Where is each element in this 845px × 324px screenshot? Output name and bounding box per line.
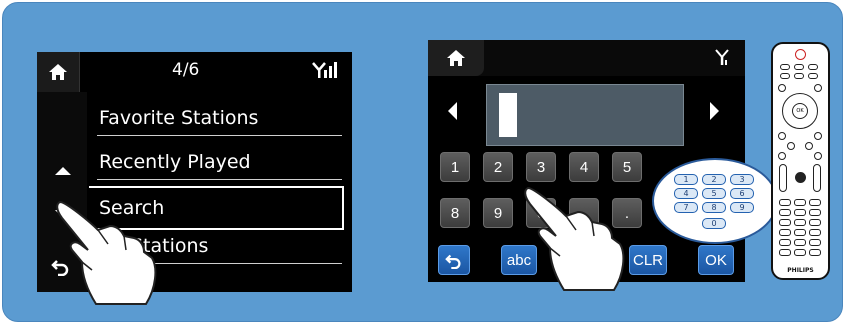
back-button[interactable]: [438, 245, 470, 275]
volume-rocker: [779, 164, 787, 192]
remote-button: [814, 84, 822, 92]
zoom-key-2: 2: [702, 174, 726, 185]
keypad-header: [428, 40, 745, 76]
remote-button: [809, 209, 821, 216]
remote-button: [809, 229, 821, 236]
remote-button: [794, 209, 806, 216]
mute-button: [795, 172, 806, 183]
menu-item-favorite-stations[interactable]: Favorite Stations: [97, 100, 342, 136]
remote-button: [809, 239, 821, 246]
signal-icon: [312, 61, 338, 83]
menu-header: 4/6: [37, 52, 352, 92]
remote-button: [794, 229, 806, 236]
arrow-right-icon[interactable]: [710, 102, 719, 120]
power-button: [795, 49, 806, 60]
remote-button: [779, 229, 791, 236]
remote-button: [779, 199, 791, 206]
remote-button: [778, 132, 786, 140]
remote-button: [787, 142, 795, 150]
zoom-key-1: 1: [674, 174, 698, 185]
remote-button: [778, 84, 786, 92]
keypad-zoom: 1 2 3 4 5 6 7 8 9 0: [652, 158, 778, 244]
key-4[interactable]: 4: [569, 152, 599, 182]
remote-button: [794, 73, 804, 79]
remote-button: [809, 219, 821, 226]
remote-brand-logo: PHILIPS: [787, 267, 814, 274]
remote-button: [780, 73, 790, 79]
ok-button[interactable]: OK: [698, 245, 734, 275]
channel-rocker: [813, 164, 821, 192]
arrow-left-icon[interactable]: [448, 102, 457, 120]
home-icon: [49, 64, 67, 80]
home-button[interactable]: [428, 40, 484, 76]
home-icon: [447, 50, 465, 66]
menu-item-recently-played[interactable]: Recently Played: [97, 144, 342, 180]
remote-button: [779, 239, 791, 246]
zoom-key-7: 7: [674, 202, 698, 213]
remote-button: [805, 142, 813, 150]
pointing-hand: [524, 186, 625, 291]
search-text-field[interactable]: [486, 84, 684, 146]
remote-button: [779, 219, 791, 226]
remote-button: [808, 73, 818, 79]
zoom-key-0: 0: [702, 218, 726, 229]
zoom-key-4: 4: [674, 188, 698, 199]
remote-button: [794, 64, 804, 70]
remote-button: [779, 209, 791, 216]
pointing-hand: [56, 200, 157, 305]
key-8[interactable]: 8: [440, 198, 470, 228]
remote-button: [809, 249, 821, 256]
page-indicator: 4/6: [172, 60, 200, 80]
key-2[interactable]: 2: [483, 152, 513, 182]
text-cursor: [499, 93, 517, 137]
zoom-key-5: 5: [702, 188, 726, 199]
key-5[interactable]: 5: [612, 152, 642, 182]
signal-icon: [715, 48, 729, 70]
home-button[interactable]: [37, 52, 80, 92]
zoom-key-6: 6: [730, 188, 754, 199]
zoom-key-9: 9: [730, 202, 754, 213]
remote-button: [809, 199, 821, 206]
clear-button[interactable]: CLR: [629, 245, 667, 275]
arrow-up-icon[interactable]: [55, 167, 71, 175]
back-icon: [445, 254, 461, 269]
remote-button: [780, 64, 790, 70]
remote-button: [814, 132, 822, 140]
key-1[interactable]: 1: [440, 152, 470, 182]
key-3[interactable]: 3: [526, 152, 556, 182]
remote-button: [814, 152, 822, 160]
remote-button: [794, 239, 806, 246]
remote-button: [808, 64, 818, 70]
zoom-key-8: 8: [702, 202, 726, 213]
remote-control: OK PHILIPS: [771, 42, 830, 280]
remote-button: [779, 249, 791, 256]
remote-button: [794, 249, 806, 256]
zoom-key-3: 3: [730, 174, 754, 185]
remote-button: [778, 152, 786, 160]
key-9[interactable]: 9: [483, 198, 513, 228]
ok-center-button: OK: [792, 103, 808, 119]
remote-button: [794, 219, 806, 226]
remote-button: [794, 199, 806, 206]
